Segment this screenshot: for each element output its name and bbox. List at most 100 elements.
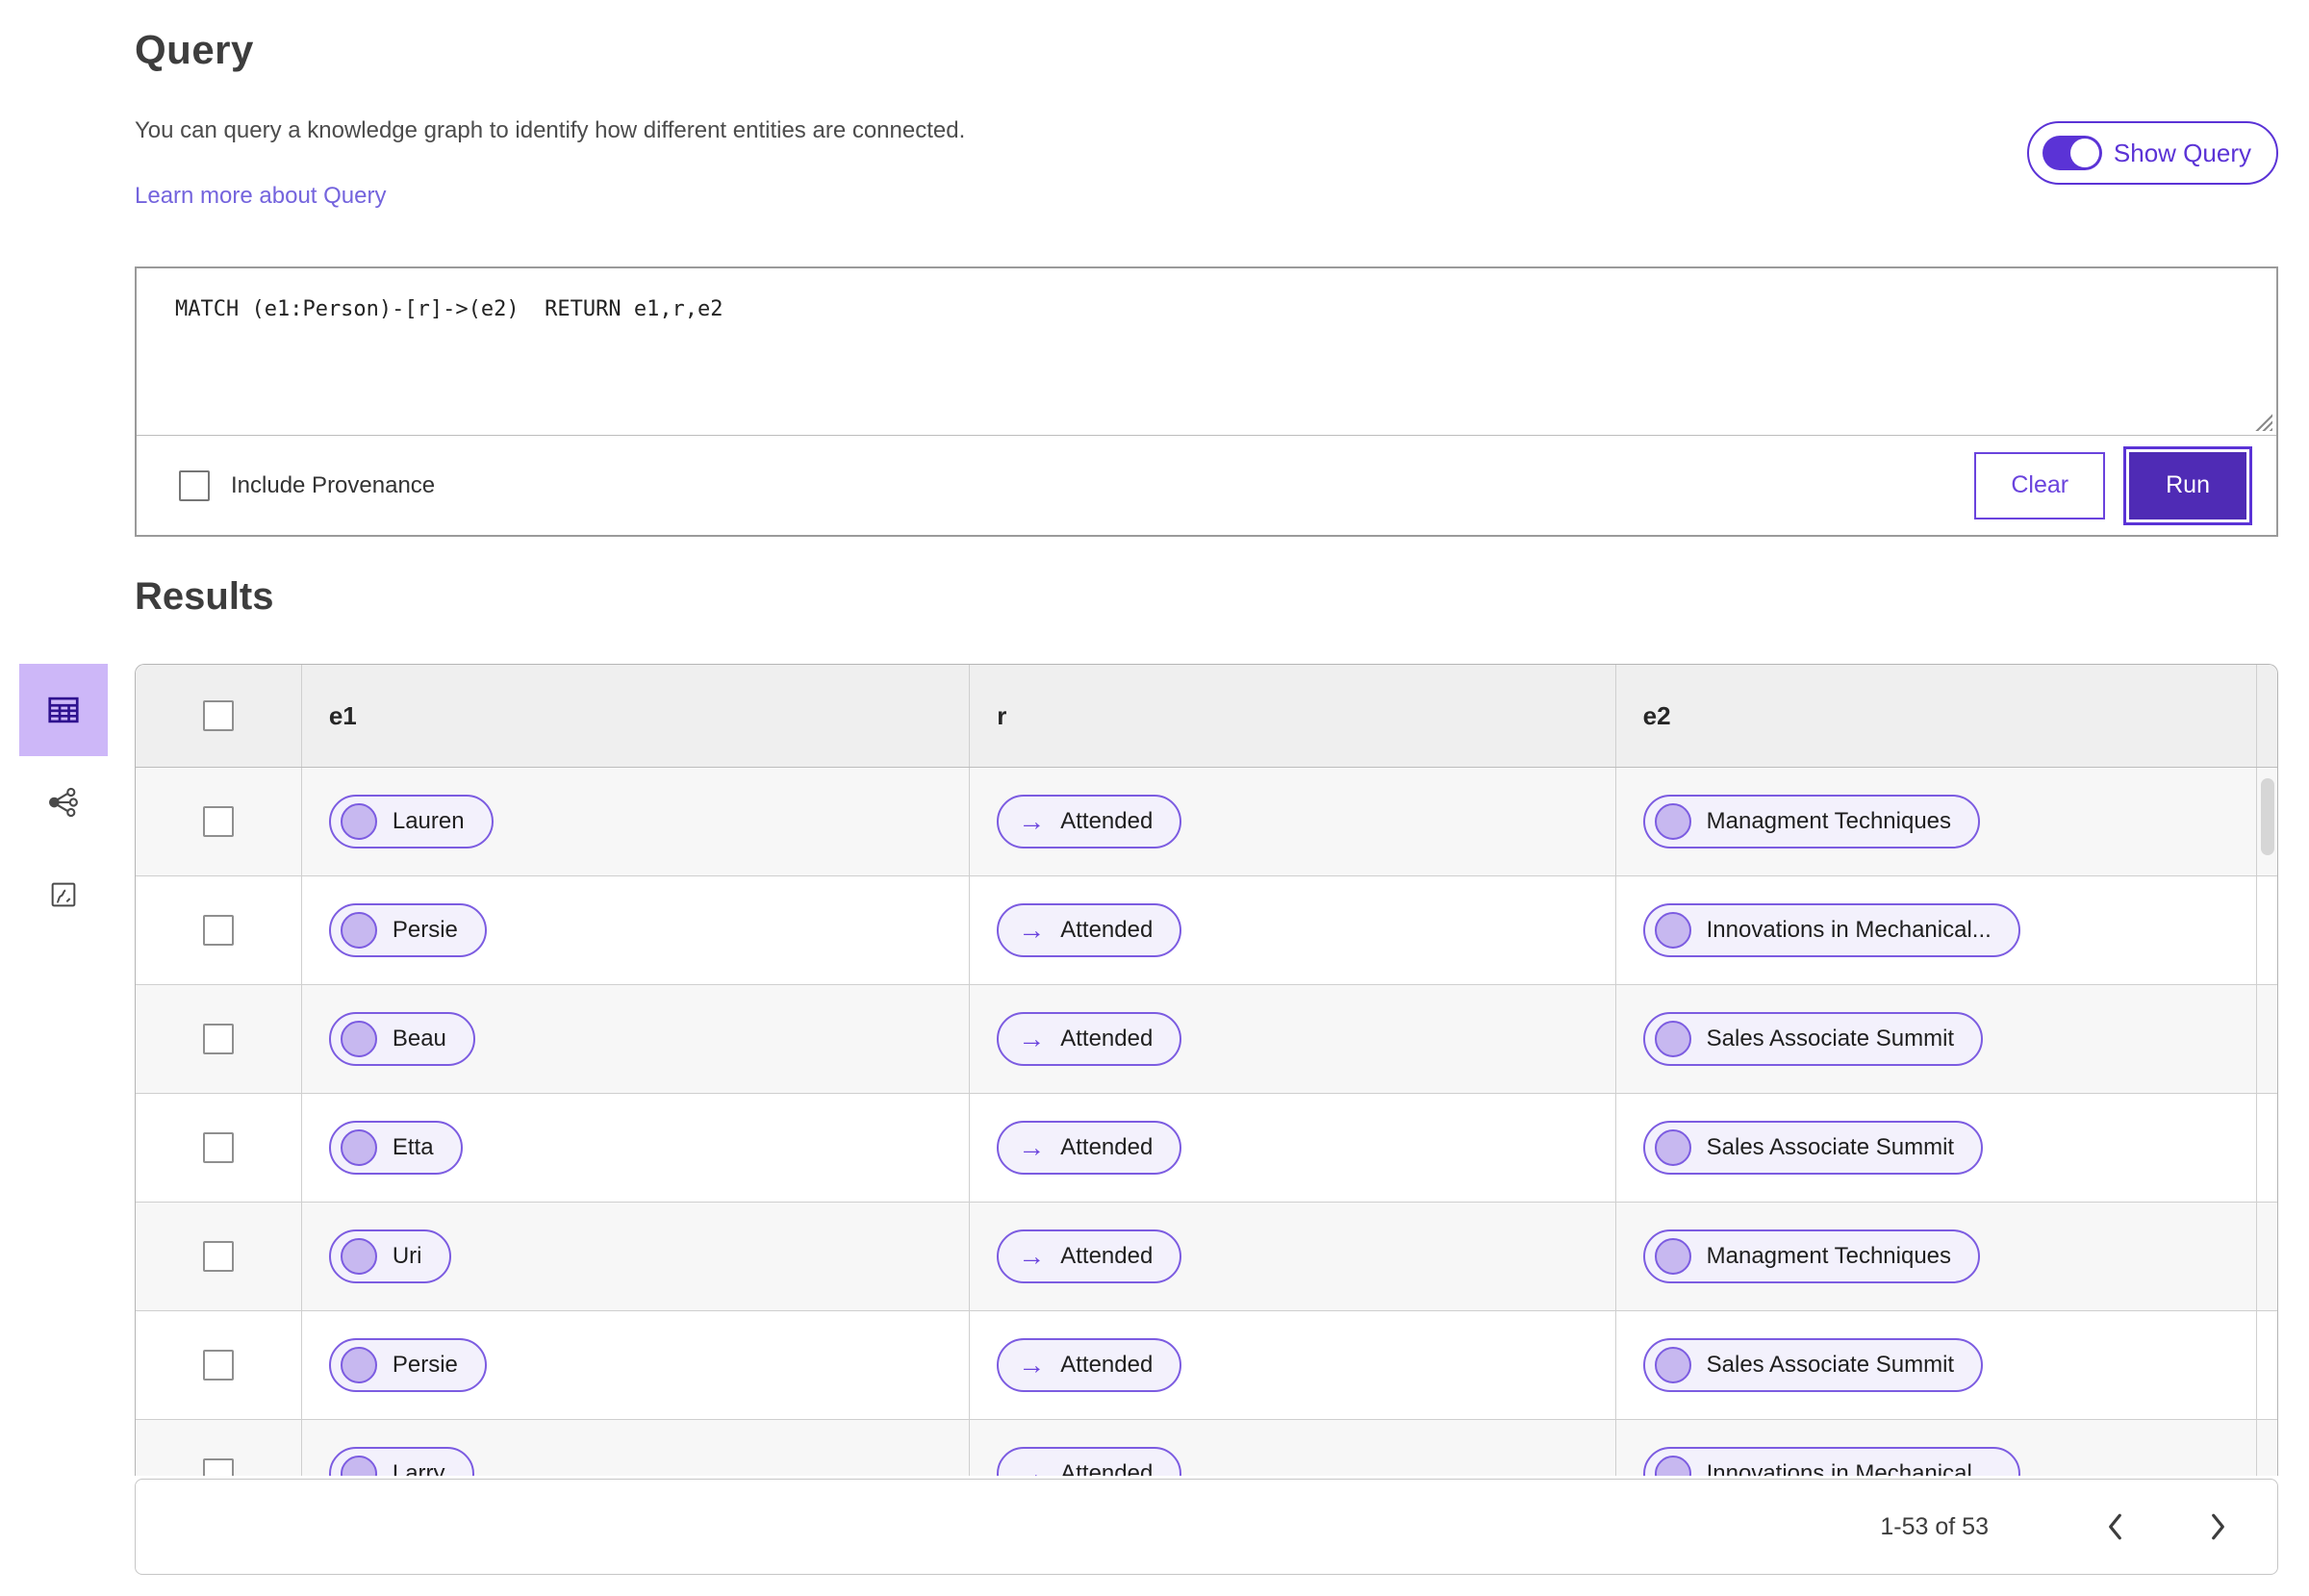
table-row: Lauren → Attended Managment Techniques bbox=[136, 768, 2277, 876]
vertical-scrollbar[interactable] bbox=[2261, 778, 2274, 855]
relation-label: Attended bbox=[1060, 917, 1154, 943]
row-cell-scroll bbox=[2257, 1420, 2277, 1476]
entity-pill[interactable]: Uri bbox=[328, 1229, 451, 1283]
header-cell-r: r bbox=[970, 665, 1616, 767]
show-query-label: Show Query bbox=[2113, 138, 2251, 167]
row-checkbox[interactable] bbox=[202, 1350, 234, 1381]
entity-pill[interactable]: Larry bbox=[328, 1447, 474, 1476]
row-checkbox[interactable] bbox=[202, 1458, 234, 1476]
chevron-left-icon bbox=[2109, 1513, 2121, 1540]
row-cell-scroll bbox=[2257, 876, 2277, 984]
row-cell-e1: Etta bbox=[302, 1094, 971, 1202]
entity-pill[interactable]: Sales Associate Summit bbox=[1642, 1338, 1984, 1392]
results-table: e1 r e2 Lauren → Attended Managment Techniq… bbox=[135, 664, 2278, 1476]
row-cell-r: → Attended bbox=[970, 768, 1616, 875]
network-view-button[interactable] bbox=[19, 756, 108, 849]
relation-label: Attended bbox=[1060, 1352, 1154, 1378]
table-row: Uri → Attended Managment Techniques bbox=[136, 1203, 2277, 1311]
row-cell-e1: Persie bbox=[302, 876, 971, 984]
entity-pill[interactable]: Beau bbox=[328, 1012, 475, 1066]
row-checkbox[interactable] bbox=[202, 1024, 234, 1054]
clear-button[interactable]: Clear bbox=[1974, 451, 2106, 519]
entity-pill[interactable]: Managment Techniques bbox=[1642, 795, 1981, 849]
row-cell-e2: Sales Associate Summit bbox=[1616, 985, 2258, 1093]
row-cell-e2: Sales Associate Summit bbox=[1616, 1311, 2258, 1419]
row-cell-e2: Innovations in Mechanical... bbox=[1616, 876, 2258, 984]
table-body: Lauren → Attended Managment Techniques Persi… bbox=[136, 768, 2277, 1476]
row-cell-r: → Attended bbox=[970, 1094, 1616, 1202]
entity-node-icon bbox=[1654, 1456, 1691, 1476]
arrow-right-icon: → bbox=[1018, 1024, 1046, 1053]
entity-label: Larry bbox=[392, 1460, 445, 1476]
table-row: Beau → Attended Sales Associate Summit bbox=[136, 985, 2277, 1094]
row-checkbox[interactable] bbox=[202, 806, 234, 837]
row-cell-select bbox=[136, 1311, 302, 1419]
row-checkbox[interactable] bbox=[202, 1241, 234, 1272]
query-panel: MATCH (e1:Person)-[r]->(e2) RETURN e1,r,… bbox=[135, 266, 2278, 537]
row-cell-r: → Attended bbox=[970, 1420, 1616, 1477]
row-cell-e1: Larry bbox=[302, 1420, 971, 1476]
show-query-toggle[interactable]: Show Query bbox=[2026, 121, 2278, 185]
row-cell-select bbox=[136, 1203, 302, 1310]
row-cell-e1: Persie bbox=[302, 1311, 971, 1419]
learn-more-link[interactable]: Learn more about Query bbox=[135, 183, 386, 210]
results-title: Results bbox=[135, 575, 274, 618]
row-cell-r: → Attended bbox=[970, 1311, 1616, 1419]
previous-page-button[interactable] bbox=[2094, 1506, 2137, 1548]
entity-pill[interactable]: Persie bbox=[328, 1338, 487, 1392]
row-cell-e1: Lauren bbox=[302, 768, 971, 875]
header-cell-scroll bbox=[2257, 665, 2277, 767]
table-row: Etta → Attended Sales Associate Summit bbox=[136, 1094, 2277, 1203]
table-icon bbox=[48, 697, 79, 723]
relation-pill[interactable]: → Attended bbox=[997, 1012, 1182, 1066]
entity-node-icon bbox=[340, 1238, 377, 1275]
relation-label: Attended bbox=[1060, 1460, 1154, 1476]
query-editor[interactable]: MATCH (e1:Person)-[r]->(e2) RETURN e1,r,… bbox=[137, 268, 2276, 435]
chart-icon bbox=[51, 882, 76, 907]
table-view-button[interactable] bbox=[19, 664, 108, 756]
row-cell-e2: Managment Techniques bbox=[1616, 768, 2258, 875]
relation-pill[interactable]: → Attended bbox=[997, 1229, 1182, 1283]
run-button[interactable]: Run bbox=[2126, 448, 2249, 522]
entity-pill[interactable]: Lauren bbox=[328, 795, 494, 849]
entity-pill[interactable]: Innovations in Mechanical... bbox=[1642, 903, 2020, 957]
entity-pill[interactable]: Innovations in Mechanical... bbox=[1642, 1447, 2020, 1476]
relation-pill[interactable]: → Attended bbox=[997, 1121, 1182, 1175]
relation-label: Attended bbox=[1060, 1243, 1154, 1269]
entity-node-icon bbox=[340, 1456, 377, 1476]
select-all-checkbox[interactable] bbox=[202, 700, 234, 731]
entity-pill[interactable]: Managment Techniques bbox=[1642, 1229, 1981, 1283]
relation-label: Attended bbox=[1060, 1026, 1154, 1051]
entity-pill[interactable]: Persie bbox=[328, 903, 487, 957]
relation-pill[interactable]: → Attended bbox=[997, 1447, 1182, 1477]
row-cell-e2: Sales Associate Summit bbox=[1616, 1094, 2258, 1202]
include-provenance-checkbox[interactable] bbox=[179, 469, 210, 501]
entity-pill[interactable]: Sales Associate Summit bbox=[1642, 1121, 1984, 1175]
entity-pill[interactable]: Etta bbox=[328, 1121, 463, 1175]
entity-label: Innovations in Mechanical... bbox=[1706, 1460, 1992, 1476]
arrow-right-icon: → bbox=[1018, 1458, 1046, 1477]
row-checkbox[interactable] bbox=[202, 1132, 234, 1163]
table-header-row: e1 r e2 bbox=[136, 665, 2277, 768]
include-provenance-label[interactable]: Include Provenance bbox=[231, 472, 435, 499]
entity-node-icon bbox=[1654, 1238, 1691, 1275]
entity-label: Managment Techniques bbox=[1706, 808, 1952, 834]
page-title: Query bbox=[135, 27, 254, 72]
arrow-right-icon: → bbox=[1018, 806, 1046, 836]
arrow-right-icon: → bbox=[1018, 1350, 1046, 1380]
entity-node-icon bbox=[340, 803, 377, 840]
row-cell-r: → Attended bbox=[970, 876, 1616, 984]
relation-pill[interactable]: → Attended bbox=[997, 795, 1182, 849]
row-cell-select bbox=[136, 876, 302, 984]
relation-pill[interactable]: → Attended bbox=[997, 903, 1182, 957]
entity-pill[interactable]: Sales Associate Summit bbox=[1642, 1012, 1984, 1066]
next-page-button[interactable] bbox=[2196, 1506, 2239, 1548]
relation-pill[interactable]: → Attended bbox=[997, 1338, 1182, 1392]
chart-view-button[interactable] bbox=[19, 849, 108, 941]
entity-label: Uri bbox=[392, 1243, 422, 1269]
arrow-right-icon: → bbox=[1018, 1132, 1046, 1162]
header-cell-e2: e2 bbox=[1616, 665, 2258, 767]
row-checkbox[interactable] bbox=[202, 915, 234, 946]
table-row: Larry → Attended Innovations in Mechanical.… bbox=[136, 1420, 2277, 1476]
pagination-range: 1-53 of 53 bbox=[1880, 1512, 1989, 1540]
